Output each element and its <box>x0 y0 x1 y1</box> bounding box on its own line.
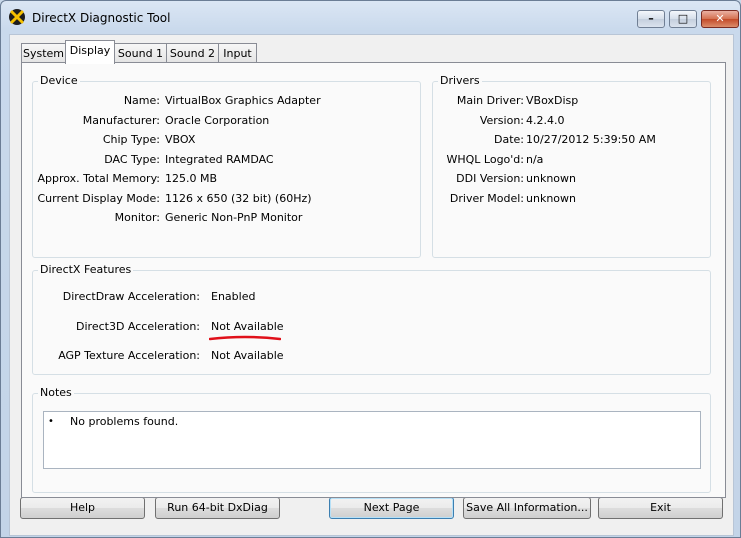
dac-type-value: Integrated RAMDAC <box>165 153 274 166</box>
dialog-client-area: System Display Sound 1 Sound 2 Input Dev… <box>9 34 734 536</box>
exit-button[interactable]: Exit <box>598 497 723 519</box>
notes-group-title: Notes <box>38 386 74 399</box>
agp-texture-value: Not Available <box>211 349 284 362</box>
driver-version-label: Version: <box>479 114 524 127</box>
tab-sound-2[interactable]: Sound 2 <box>166 43 219 63</box>
ddi-version-label: DDI Version: <box>456 172 524 185</box>
window-title: DirectX Diagnostic Tool <box>32 11 171 25</box>
whql-label: WHQL Logo'd: <box>446 153 524 166</box>
maximize-button[interactable]: □ <box>669 10 697 28</box>
chip-type-label: Chip Type: <box>102 133 160 146</box>
maximize-icon: □ <box>677 12 689 25</box>
direct3d-label: Direct3D Acceleration: <box>76 320 200 333</box>
ddi-version-value: unknown <box>526 172 576 185</box>
dxdiag-window: DirectX Diagnostic Tool – □ ✕ System Dis… <box>0 0 741 538</box>
driver-date-label: Date: <box>494 133 524 146</box>
notes-text-area[interactable]: • No problems found. <box>43 411 701 469</box>
tab-display[interactable]: Display <box>65 40 115 64</box>
next-page-button[interactable]: Next Page <box>329 497 454 519</box>
chip-type-value: VBOX <box>165 133 196 146</box>
main-driver-value: VBoxDisp <box>526 94 579 107</box>
directdraw-label: DirectDraw Acceleration: <box>62 290 200 303</box>
red-underline-annotation <box>209 335 281 341</box>
device-group-title: Device <box>38 74 80 87</box>
manufacturer-value: Oracle Corporation <box>165 114 270 127</box>
total-memory-value: 125.0 MB <box>165 172 218 185</box>
device-name-label: Name: <box>123 94 160 107</box>
main-driver-label: Main Driver: <box>456 94 524 107</box>
device-name-value: VirtualBox Graphics Adapter <box>165 94 321 107</box>
directx-features-group: DirectX Features DirectDraw Acceleration… <box>32 263 711 375</box>
notes-group: Notes • No problems found. <box>32 386 711 493</box>
total-memory-label: Approx. Total Memory: <box>37 172 161 185</box>
manufacturer-label: Manufacturer: <box>82 114 160 127</box>
driver-date-value: 10/27/2012 5:39:50 AM <box>526 133 656 146</box>
direct3d-value: Not Available <box>211 320 284 333</box>
tab-input[interactable]: Input <box>218 43 257 63</box>
help-button[interactable]: Help <box>20 497 145 519</box>
run-64bit-dxdiag-button[interactable]: Run 64-bit DxDiag <box>155 497 280 519</box>
tab-sound-1[interactable]: Sound 1 <box>114 43 167 63</box>
whql-value: n/a <box>526 153 544 166</box>
device-group: Device Name: VirtualBox Graphics Adapter… <box>32 74 421 258</box>
dac-type-label: DAC Type: <box>104 153 160 166</box>
driver-model-value: unknown <box>526 192 576 205</box>
save-all-information-button[interactable]: Save All Information... <box>463 497 591 519</box>
agp-texture-label: AGP Texture Acceleration: <box>58 349 200 362</box>
monitor-value: Generic Non-PnP Monitor <box>165 211 303 224</box>
drivers-group-title: Drivers <box>438 74 482 87</box>
display-tab-panel: Device Name: VirtualBox Graphics Adapter… <box>21 62 726 498</box>
directx-icon <box>9 9 25 25</box>
driver-model-label: Driver Model: <box>449 192 524 205</box>
drivers-group: Drivers Main Driver: VBoxDisp Version: 4… <box>432 74 711 258</box>
close-icon: ✕ <box>715 12 725 25</box>
display-mode-value: 1126 x 650 (32 bit) (60Hz) <box>165 192 312 205</box>
minimize-icon: – <box>648 12 654 25</box>
display-mode-label: Current Display Mode: <box>37 192 160 205</box>
minimize-button[interactable]: – <box>637 10 665 28</box>
monitor-label: Monitor: <box>114 211 160 224</box>
tab-system[interactable]: System <box>21 43 66 63</box>
features-group-title: DirectX Features <box>38 263 134 276</box>
notes-item: No problems found. <box>70 415 179 428</box>
driver-version-value: 4.2.4.0 <box>526 114 565 127</box>
title-bar[interactable]: DirectX Diagnostic Tool – □ ✕ <box>1 1 740 35</box>
directdraw-value: Enabled <box>211 290 256 303</box>
notes-bullet: • <box>48 416 54 427</box>
close-button[interactable]: ✕ <box>701 10 739 28</box>
